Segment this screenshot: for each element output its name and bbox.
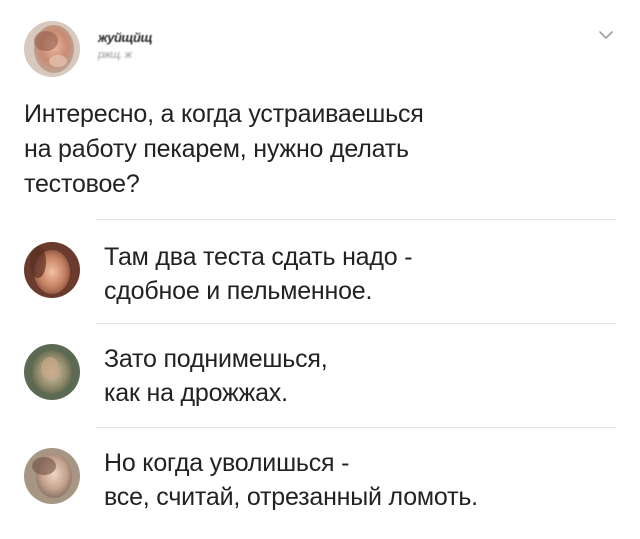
chevron-down-icon[interactable] xyxy=(597,28,615,42)
comment-avatar[interactable] xyxy=(24,242,80,298)
comment-avatar[interactable] xyxy=(24,448,80,504)
post-author-name[interactable]: жуйщйщ xyxy=(98,30,153,45)
comment-text: Зато поднимешься, как на дрожжах. xyxy=(104,345,328,407)
comment-avatar[interactable] xyxy=(24,344,80,400)
comment-divider xyxy=(96,427,616,428)
post-author-avatar[interactable] xyxy=(24,21,80,77)
comment-divider xyxy=(96,219,616,220)
comment-text: Там два теста сдать надо - сдобное и пел… xyxy=(104,243,413,305)
post-author-block[interactable]: жуйщйщ ржщ. ж xyxy=(98,30,153,61)
post-text: Интересно, а когда устраиваешься на рабо… xyxy=(24,100,424,198)
comment-text: Но когда уволишься - все, считай, отреза… xyxy=(104,449,478,511)
post-timestamp: ржщ. ж xyxy=(98,49,132,61)
comment-divider xyxy=(96,323,616,324)
